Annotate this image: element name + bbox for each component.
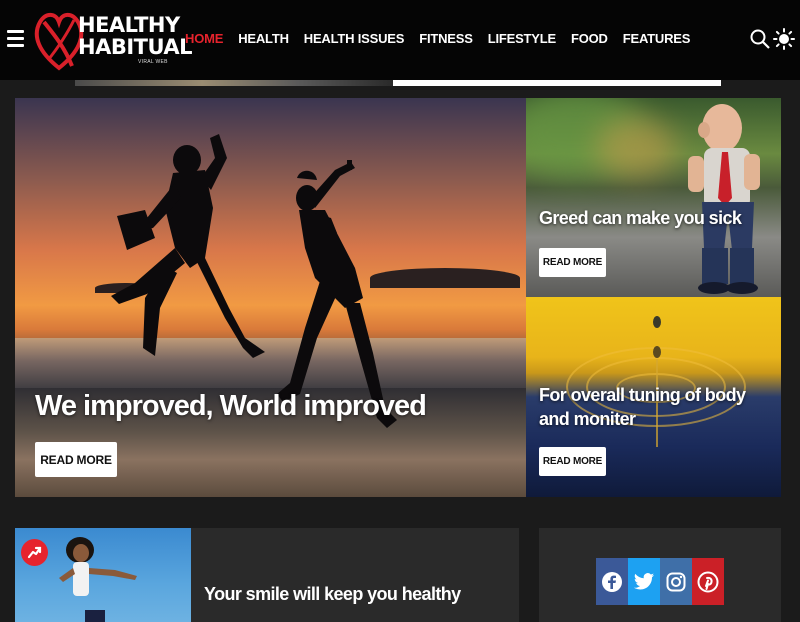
nav-item-food[interactable]: FOOD (571, 31, 608, 46)
pinterest-icon[interactable] (692, 558, 724, 605)
site-logo[interactable]: HEALTHY HABITUAL VIRAL WEB (34, 8, 193, 74)
search-icon[interactable] (750, 29, 770, 49)
featured-side-card-2[interactable]: For overall tuning of body and moniter R… (526, 297, 781, 497)
nav-item-health-issues[interactable]: HEALTH ISSUES (304, 31, 405, 46)
sun-icon[interactable] (773, 28, 795, 50)
main-nav: HOME HEALTH HEALTH ISSUES FITNESS LIFEST… (185, 31, 705, 46)
nav-item-fitness[interactable]: FITNESS (419, 31, 473, 46)
featured-main-title[interactable]: We improved, World improved (35, 390, 427, 423)
logo-line1: HEALTHY (78, 13, 180, 37)
nav-item-lifestyle[interactable]: LIFESTYLE (488, 31, 556, 46)
jumping-people-silhouette (111, 134, 397, 428)
featured-side-2-read-more-button[interactable]: READ MORE (539, 447, 606, 476)
site-header: HEALTHY HABITUAL VIRAL WEB HOME HEALTH H… (0, 0, 800, 80)
logo-line2: HABITUAL (78, 35, 193, 59)
post-card[interactable]: Your smile will keep you healthy (15, 528, 519, 622)
menu-icon[interactable] (7, 30, 24, 47)
nav-item-features[interactable]: FEATURES (623, 31, 691, 46)
instagram-icon[interactable] (660, 558, 692, 605)
post-title[interactable]: Your smile will keep you healthy (204, 584, 461, 605)
featured-side-card-1[interactable]: Greed can make you sick READ MORE (526, 98, 781, 297)
featured-side-1-read-more-button[interactable]: READ MORE (539, 248, 606, 277)
nav-item-health[interactable]: HEALTH (238, 31, 289, 46)
featured-side-2-title[interactable]: For overall tuning of body and moniter (539, 383, 774, 431)
featured-main-card[interactable]: We improved, World improved READ MORE (15, 98, 526, 497)
featured-side-1-title[interactable]: Greed can make you sick (539, 208, 742, 229)
logo-tagline: VIRAL WEB (138, 59, 168, 65)
nav-item-home[interactable]: HOME (185, 31, 223, 46)
post-thumbnail[interactable] (15, 528, 191, 622)
ad-banner[interactable] (75, 80, 721, 86)
social-widget (539, 528, 781, 622)
heart-logo-icon (34, 12, 84, 71)
facebook-icon[interactable] (596, 558, 628, 605)
trending-icon (21, 539, 48, 566)
featured-main-read-more-button[interactable]: READ MORE (35, 442, 117, 477)
twitter-icon[interactable] (628, 558, 660, 605)
